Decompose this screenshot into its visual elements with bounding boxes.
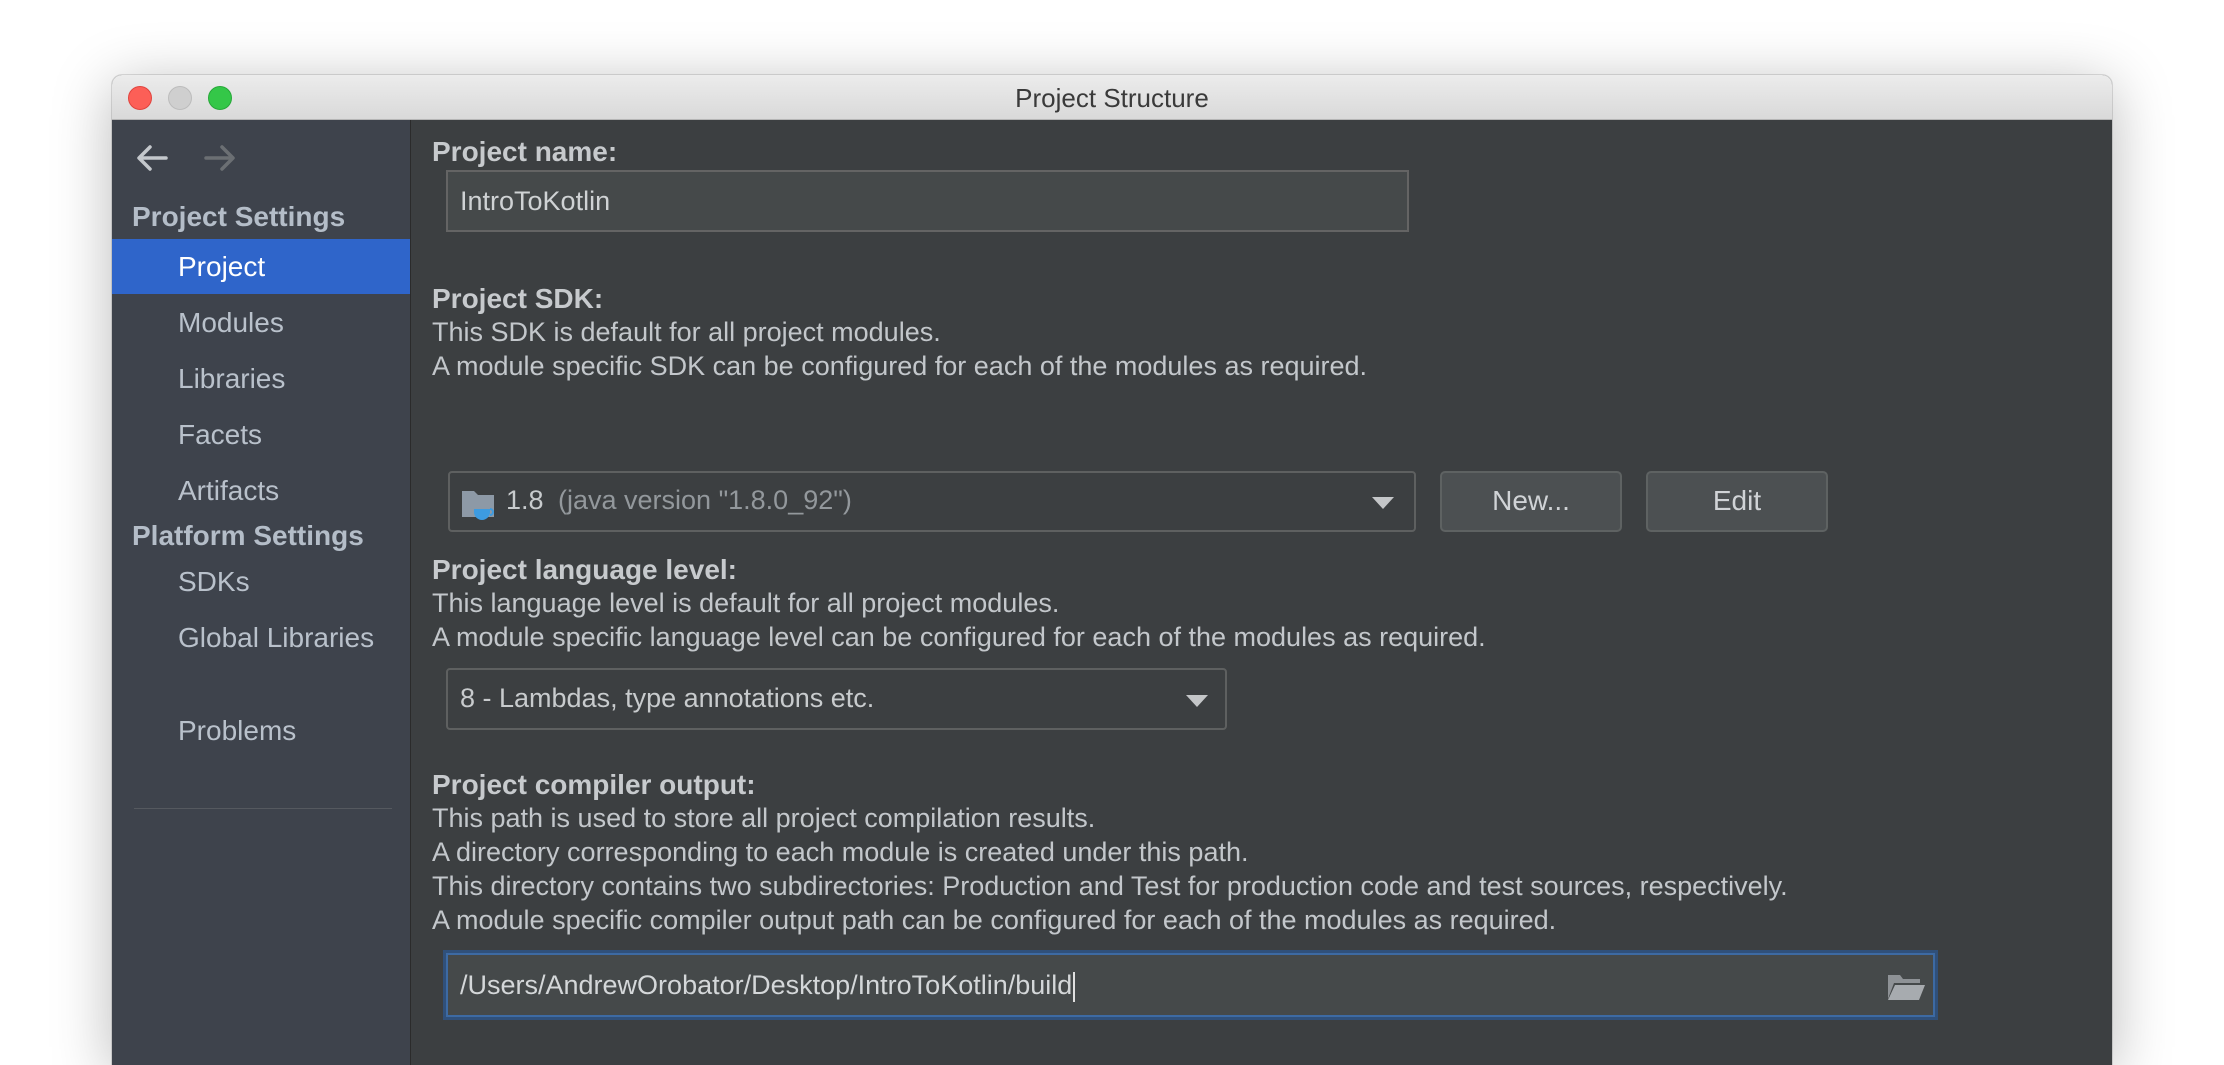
title-bar: Project Structure [112,75,2112,120]
sdk-description-2: A module specific SDK can be configured … [432,351,1368,381]
sdk-description-1: This SDK is default for all project modu… [432,317,941,347]
language-level-select[interactable]: 8 - Lambdas, type annotations etc. [446,668,1227,730]
output-description-1: This path is used to store all project c… [432,803,1096,833]
compiler-output-path-text: /Users/AndrewOrobator/Desktop/IntroToKot… [460,970,1073,1000]
new-sdk-button[interactable]: New... [1440,471,1622,532]
project-name-label: Project name: [432,136,618,167]
project-name-input[interactable]: IntroToKotlin [446,170,1409,232]
output-description-2: A directory corresponding to each module… [432,837,1249,867]
sidebar-divider [134,808,392,809]
compiler-output-path-input[interactable]: /Users/AndrewOrobator/Desktop/IntroToKot… [446,953,1935,1017]
language-description-1: This language level is default for all p… [432,588,1060,618]
project-sdk-select[interactable]: 1.8 (java version "1.8.0_92") [448,471,1416,532]
sidebar-item-problems[interactable]: Problems [112,703,410,758]
chevron-down-icon [1372,497,1394,509]
sidebar-item-modules[interactable]: Modules [112,295,410,350]
sidebar: Project Settings Project Modules Librari… [112,120,411,1065]
language-level-value: 8 - Lambdas, type annotations etc. [460,683,875,713]
edit-sdk-button[interactable]: Edit [1646,471,1828,532]
sidebar-item-sdks[interactable]: SDKs [112,554,410,609]
language-description-2: A module specific language level can be … [432,622,1486,652]
sidebar-item-global-libraries[interactable]: Global Libraries [112,610,410,665]
forward-arrow-icon[interactable] [200,138,240,178]
folder-browse-icon[interactable] [1886,972,1926,1002]
sdk-folder-icon [462,491,494,520]
sdk-version: 1.8 [506,485,544,515]
text-caret [1073,971,1076,1002]
sidebar-item-artifacts[interactable]: Artifacts [112,463,410,518]
sdk-detail: (java version "1.8.0_92") [558,485,852,515]
chevron-down-icon [1186,695,1208,707]
language-level-label: Project language level: [432,554,737,585]
project-structure-window: Project Structure Project Settings Proje… [112,75,2112,1065]
sidebar-item-facets[interactable]: Facets [112,407,410,462]
project-settings-panel: Project name: IntroToKotlin Project SDK:… [411,120,2112,1065]
back-arrow-icon[interactable] [132,138,172,178]
project-settings-heading: Project Settings [132,201,346,232]
output-description-3: This directory contains two subdirectori… [432,871,1788,901]
output-description-4: A module specific compiler output path c… [432,905,1557,935]
sidebar-item-libraries[interactable]: Libraries [112,351,410,406]
window-title: Project Structure [1015,83,1209,113]
project-sdk-label: Project SDK: [432,283,604,314]
platform-settings-heading: Platform Settings [132,520,364,551]
compiler-output-label: Project compiler output: [432,769,756,800]
sidebar-item-project[interactable]: Project [112,239,410,294]
